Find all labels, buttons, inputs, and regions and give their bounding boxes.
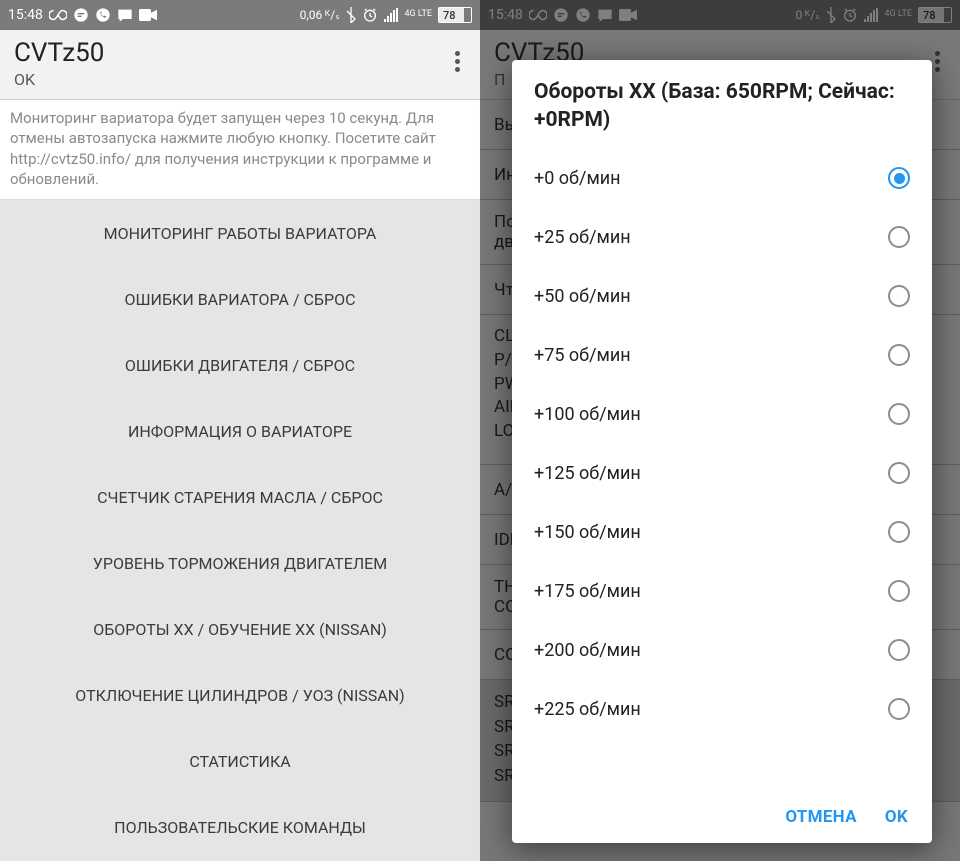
- info-text: Мониторинг вариатора будет запущен через…: [0, 100, 480, 200]
- rpm-option[interactable]: +150 об/мин: [512, 503, 932, 562]
- menu-item[interactable]: СЧЕТЧИК СТАРЕНИЯ МАСЛА / СБРОС: [0, 464, 480, 530]
- rpm-option[interactable]: +225 об/мин: [512, 680, 932, 739]
- radio-icon: [888, 639, 910, 661]
- rpm-option-label: +175 об/мин: [534, 581, 641, 602]
- rpm-option-label: +75 об/мин: [534, 345, 631, 366]
- rpm-option-label: +125 об/мин: [534, 463, 641, 484]
- rpm-option-label: +0 об/мин: [534, 168, 621, 189]
- menu-item[interactable]: ОТКЛЮЧЕНИЕ ЦИЛИНДРОВ / УОЗ (NISSAN): [0, 662, 480, 728]
- dialog-actions: ОТМЕНА OK: [512, 793, 932, 843]
- rpm-option[interactable]: +200 об/мин: [512, 621, 932, 680]
- infinity-icon: [49, 9, 67, 21]
- signal-icon: [384, 8, 399, 22]
- rpm-option[interactable]: +25 об/мин: [512, 208, 932, 267]
- dialog-options: +0 об/мин +25 об/мин +50 об/мин +75 об/мин +…: [512, 149, 932, 793]
- alarm-icon: [362, 7, 378, 23]
- radio-icon: [888, 698, 910, 720]
- rpm-option-label: +100 об/мин: [534, 404, 641, 425]
- dialog-title: Обороты ХХ (База: 650RPM; Сейчас: +0RPM): [512, 60, 932, 149]
- cancel-button[interactable]: ОТМЕНА: [785, 807, 857, 827]
- app-bar: CVTz50 OK: [0, 30, 480, 100]
- phone-left: 15:48 0,06 ᴷ/ₛ 4G LTE 78 CVTz50 OK: [0, 0, 480, 861]
- menu-item[interactable]: ОБОРОТЫ ХХ / ОБУЧЕНИЕ ХХ (NISSAN): [0, 596, 480, 662]
- rpm-option[interactable]: +175 об/мин: [512, 562, 932, 621]
- rpm-option[interactable]: +125 об/мин: [512, 444, 932, 503]
- menu-item[interactable]: УРОВЕНЬ ТОРМОЖЕНИЯ ДВИГАТЕЛЕМ: [0, 530, 480, 596]
- app-subtitle: OK: [14, 70, 104, 89]
- status-netspeed: 0,06 ᴷ/ₛ: [300, 8, 340, 22]
- video-icon: [139, 9, 157, 21]
- rpm-option-label: +25 об/мин: [534, 227, 631, 248]
- phone-right: 15:48 0 ᴷ/ₛ 4G LTE 78 CVTz50 П ВьИ: [480, 0, 960, 861]
- rpm-dialog: Обороты ХХ (База: 650RPM; Сейчас: +0RPM)…: [512, 60, 932, 843]
- rpm-option[interactable]: +0 об/мин: [512, 149, 932, 208]
- viber-icon: [95, 7, 111, 23]
- overflow-menu-button[interactable]: [449, 38, 466, 85]
- rpm-option-label: +50 об/мин: [534, 286, 631, 307]
- rpm-option-label: +225 об/мин: [534, 699, 641, 720]
- radio-icon: [888, 226, 910, 248]
- status-time: 15:48: [8, 7, 43, 23]
- battery-icon: 78: [438, 7, 472, 23]
- radio-icon: [888, 167, 910, 189]
- rpm-option[interactable]: +100 об/мин: [512, 385, 932, 444]
- chat-icon: [73, 7, 89, 23]
- app-title: CVTz50: [14, 38, 104, 68]
- rpm-option[interactable]: +75 об/мин: [512, 326, 932, 385]
- radio-icon: [888, 344, 910, 366]
- status-4g: 4G LTE: [404, 11, 432, 18]
- status-bar: 15:48 0,06 ᴷ/ₛ 4G LTE 78: [0, 0, 480, 30]
- radio-icon: [888, 403, 910, 425]
- radio-icon: [888, 521, 910, 543]
- menu-item[interactable]: ОШИБКИ ДВИГАТЕЛЯ / СБРОС: [0, 332, 480, 398]
- rpm-option-label: +200 об/мин: [534, 640, 641, 661]
- menu-item[interactable]: СТАТИСТИКА: [0, 728, 480, 794]
- main-menu: МОНИТОРИНГ РАБОТЫ ВАРИАТОРАОШИБКИ ВАРИАТ…: [0, 200, 480, 861]
- radio-icon: [888, 462, 910, 484]
- rpm-option[interactable]: +50 об/мин: [512, 267, 932, 326]
- radio-icon: [888, 285, 910, 307]
- message-icon: [117, 8, 133, 22]
- menu-item[interactable]: ПОЛЬЗОВАТЕЛЬСКИЕ КОМАНДЫ: [0, 794, 480, 860]
- menu-item[interactable]: ОШИБКИ ВАРИАТОРА / СБРОС: [0, 266, 480, 332]
- menu-item[interactable]: МОНИТОРИНГ РАБОТЫ ВАРИАТОРА: [0, 200, 480, 266]
- rpm-option-label: +150 об/мин: [534, 522, 641, 543]
- menu-item[interactable]: ИНФОРМАЦИЯ О ВАРИАТОРЕ: [0, 398, 480, 464]
- ok-button[interactable]: OK: [885, 807, 908, 827]
- radio-icon: [888, 580, 910, 602]
- bluetooth-icon: [346, 7, 356, 23]
